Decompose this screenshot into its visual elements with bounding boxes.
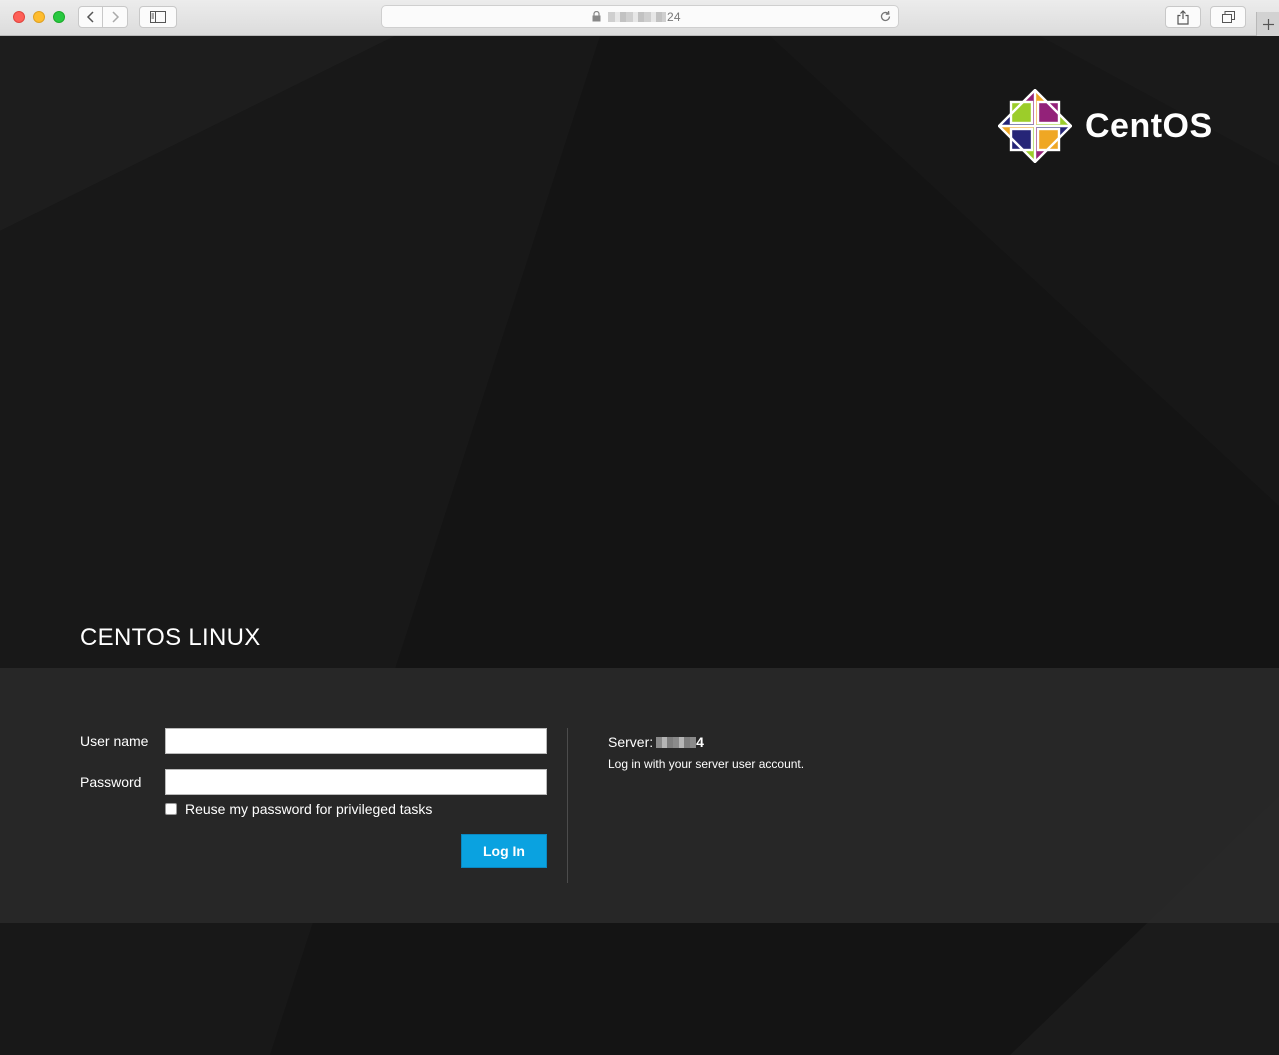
plus-icon bbox=[1262, 18, 1274, 30]
sidebar-toggle-button[interactable] bbox=[139, 6, 177, 28]
address-text: 24 bbox=[608, 10, 681, 24]
brand-title: CENTOS LINUX bbox=[80, 624, 261, 651]
reuse-password-checkbox[interactable] bbox=[165, 803, 177, 815]
address-suffix: 24 bbox=[667, 10, 681, 24]
server-info: Server: 4 bbox=[608, 734, 704, 750]
address-bar[interactable]: 24 bbox=[381, 5, 899, 28]
server-hint: Log in with your server user account. bbox=[608, 757, 805, 771]
lock-icon bbox=[592, 11, 601, 22]
chevron-left-icon bbox=[86, 11, 94, 23]
reload-icon[interactable] bbox=[879, 10, 892, 23]
close-window-button[interactable] bbox=[13, 11, 25, 23]
new-tab-button[interactable] bbox=[1256, 12, 1279, 36]
zoom-window-button[interactable] bbox=[53, 11, 65, 23]
share-button[interactable] bbox=[1165, 6, 1201, 28]
redacted-server-host bbox=[656, 737, 697, 748]
username-label: User name bbox=[80, 733, 149, 749]
share-icon bbox=[1177, 9, 1189, 25]
show-tabs-button[interactable] bbox=[1210, 6, 1246, 28]
password-input[interactable] bbox=[165, 769, 547, 795]
server-host-suffix: 4 bbox=[696, 734, 704, 750]
redacted-host bbox=[608, 12, 666, 22]
sidebar-icon bbox=[150, 11, 166, 23]
centos-logo: CentOS bbox=[998, 89, 1213, 163]
login-band bbox=[0, 668, 1279, 923]
forward-button[interactable] bbox=[103, 6, 128, 28]
browser-toolbar: 24 bbox=[0, 0, 1279, 36]
chevron-right-icon bbox=[112, 11, 120, 23]
login-divider bbox=[567, 728, 568, 883]
minimize-window-button[interactable] bbox=[33, 11, 45, 23]
server-label: Server: bbox=[608, 734, 654, 750]
login-button[interactable]: Log In bbox=[461, 834, 547, 868]
password-label: Password bbox=[80, 774, 142, 790]
centos-logo-icon bbox=[998, 89, 1072, 163]
reuse-password-row[interactable]: Reuse my password for privileged tasks bbox=[165, 801, 432, 817]
reuse-password-label[interactable]: Reuse my password for privileged tasks bbox=[185, 801, 432, 817]
logo-text: CentOS bbox=[1085, 106, 1213, 145]
back-button[interactable] bbox=[78, 6, 103, 28]
username-input[interactable] bbox=[165, 728, 547, 754]
tabs-icon bbox=[1221, 11, 1235, 23]
